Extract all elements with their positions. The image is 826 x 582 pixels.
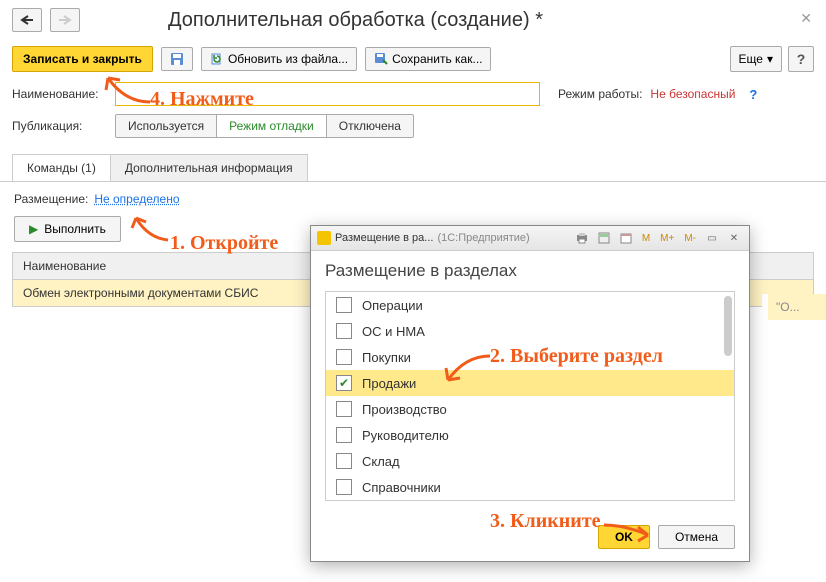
placement-link[interactable]: Не определено xyxy=(94,192,179,206)
checkbox[interactable]: ✔ xyxy=(336,375,352,391)
pub-off-button[interactable]: Отключена xyxy=(327,115,413,137)
memory-mminus-button[interactable]: M- xyxy=(681,233,699,244)
section-item[interactable]: Справочники xyxy=(326,474,734,500)
save-button[interactable] xyxy=(161,47,193,71)
dialog-app-name: (1С:Предприятие) xyxy=(437,232,529,244)
diskette-icon xyxy=(170,52,184,66)
tab-commands[interactable]: Команды (1) xyxy=(12,154,111,181)
chevron-down-icon: ▾ xyxy=(767,52,773,66)
tab-extra-info[interactable]: Дополнительная информация xyxy=(110,154,308,181)
play-icon: ▶ xyxy=(29,222,38,236)
calendar-icon[interactable] xyxy=(617,230,635,246)
checkbox[interactable] xyxy=(336,323,352,339)
dialog-cancel-button[interactable]: Отмена xyxy=(658,525,735,549)
section-item[interactable]: Производство xyxy=(326,396,734,422)
placement-label: Размещение: xyxy=(14,192,88,206)
checkbox[interactable] xyxy=(336,349,352,365)
section-label: ОС и НМА xyxy=(362,324,425,339)
calculator-icon[interactable] xyxy=(595,230,613,246)
section-item[interactable]: Руководителю xyxy=(326,422,734,448)
checkbox[interactable] xyxy=(336,427,352,443)
save-as-button[interactable]: Сохранить как... xyxy=(365,47,491,71)
execute-button[interactable]: ▶ Выполнить xyxy=(14,216,121,242)
section-label: Производство xyxy=(362,402,447,417)
section-item[interactable]: ✔ Продажи xyxy=(326,370,734,396)
section-label: Руководителю xyxy=(362,428,449,443)
name-input[interactable] xyxy=(115,82,540,106)
save-as-icon xyxy=(374,52,388,66)
close-icon[interactable]: ✕ xyxy=(800,10,812,27)
page-title: Дополнительная обработка (создание) * xyxy=(168,9,543,32)
minimize-icon[interactable]: ▭ xyxy=(703,230,721,246)
section-item[interactable]: Склад xyxy=(326,448,734,474)
sections-list: Операции ОС и НМА Покупки ✔ Продажи Производс… xyxy=(325,291,735,501)
update-from-file-button[interactable]: Обновить из файла... xyxy=(201,47,357,71)
help-button[interactable]: ? xyxy=(788,46,814,72)
nav-back-button[interactable] xyxy=(12,8,42,32)
update-from-file-label: Обновить из файла... xyxy=(228,52,348,66)
pub-debug-button[interactable]: Режим отладки xyxy=(217,115,327,137)
print-icon[interactable] xyxy=(573,230,591,246)
dialog-title: Размещение в ра... xyxy=(335,232,433,244)
publication-label: Публикация: xyxy=(12,119,107,133)
memory-mplus-button[interactable]: M+ xyxy=(657,233,677,244)
mode-label: Режим работы: xyxy=(558,87,642,101)
checkbox[interactable] xyxy=(336,297,352,313)
section-label: Справочники xyxy=(362,480,441,495)
placement-dialog: Размещение в ра... (1С:Предприятие) M M+… xyxy=(310,225,750,562)
checkbox[interactable] xyxy=(336,401,352,417)
section-item[interactable]: ОС и НМА xyxy=(326,318,734,344)
pub-used-button[interactable]: Используется xyxy=(116,115,217,137)
section-item[interactable]: Операции xyxy=(326,292,734,318)
save-as-label: Сохранить как... xyxy=(392,52,482,66)
memory-m-button[interactable]: M xyxy=(639,233,653,244)
section-label: Операции xyxy=(362,298,423,313)
dialog-close-icon[interactable]: ✕ xyxy=(725,230,743,246)
section-label: Склад xyxy=(362,454,400,469)
more-label: Еще xyxy=(739,52,763,66)
mode-help-icon[interactable]: ? xyxy=(749,87,757,102)
section-label: Покупки xyxy=(362,350,411,365)
section-item[interactable]: Покупки xyxy=(326,344,734,370)
execute-label: Выполнить xyxy=(44,222,106,236)
checkbox[interactable] xyxy=(336,453,352,469)
mode-value: Не безопасный xyxy=(650,87,735,101)
more-button[interactable]: Еще ▾ xyxy=(730,46,782,72)
dialog-heading: Размещение в разделах xyxy=(325,261,735,281)
refresh-file-icon xyxy=(210,52,224,66)
app-logo-icon xyxy=(317,231,331,245)
table-cell-hint: "О... xyxy=(762,294,826,320)
name-field-label: Наименование: xyxy=(12,87,107,101)
save-close-button[interactable]: Записать и закрыть xyxy=(12,46,153,72)
publication-toggle: Используется Режим отладки Отключена xyxy=(115,114,414,138)
nav-forward-button[interactable] xyxy=(50,8,80,32)
section-label: Продажи xyxy=(362,376,416,391)
scrollbar-thumb[interactable] xyxy=(724,296,732,356)
checkbox[interactable] xyxy=(336,479,352,495)
dialog-ok-button[interactable]: OK xyxy=(598,525,650,549)
